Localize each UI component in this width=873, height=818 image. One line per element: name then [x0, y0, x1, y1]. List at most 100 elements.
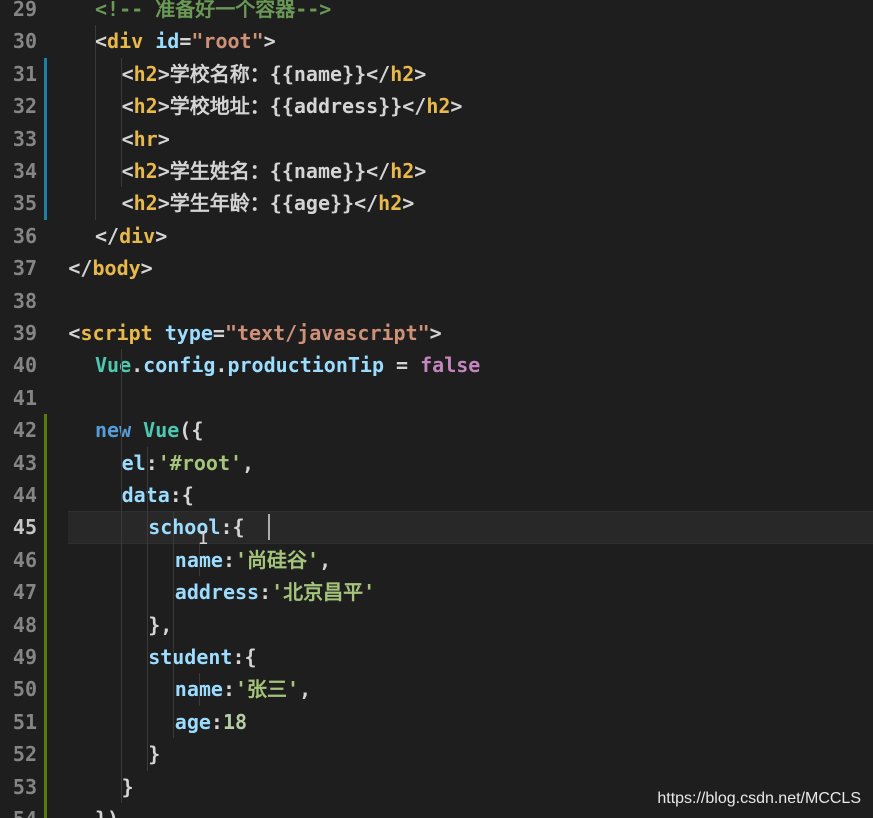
code-text[interactable]: age:18 — [175, 706, 247, 738]
mouse-ibeam-icon: I — [198, 528, 209, 549]
line-number: 47 — [12, 580, 37, 605]
code-text[interactable]: </div> — [95, 220, 167, 252]
code-line[interactable]: 48}, — [0, 608, 873, 641]
code-line[interactable]: 50 name:'张三', — [0, 673, 873, 706]
code-token: = — [212, 321, 225, 345]
code-token: > — [157, 94, 170, 119]
code-text[interactable]: <h2>学校地址：{{address}}</h2> — [122, 90, 463, 122]
code-token: }) — [95, 807, 119, 818]
code-token: 18 — [222, 709, 248, 734]
code-token: false — [420, 353, 481, 378]
code-token: < — [121, 159, 134, 183]
line-number: 46 — [12, 547, 37, 572]
code-text[interactable]: school:{ — [148, 511, 244, 543]
code-line[interactable]: 46 name:'尚硅谷', — [0, 543, 873, 577]
code-token: h2 — [133, 159, 158, 183]
code-token: "root" — [191, 29, 264, 54]
code-line[interactable]: 29 <!-- 准备好一个容器--> — [0, 0, 873, 25]
code-token: productionTip — [227, 353, 385, 378]
code-token: age — [174, 709, 211, 734]
code-line[interactable]: 45 school:{ — [0, 511, 873, 544]
code-text[interactable]: name:'张三', — [175, 673, 311, 705]
line-number: 32 — [12, 94, 37, 119]
code-text[interactable]: <script type="text/javascript"> — [68, 317, 441, 349]
code-line[interactable]: 33 <hr> — [0, 122, 873, 155]
code-line[interactable]: 31 <h2>学校名称：{{name}}</h2> — [0, 57, 873, 91]
code-line[interactable]: 42 new Vue({ — [0, 414, 873, 447]
code-text[interactable]: student:{ — [148, 641, 256, 673]
code-text[interactable]: address:'北京昌平' — [175, 576, 375, 608]
code-line[interactable]: 40 Vue.config.productionTip = false — [0, 349, 873, 381]
line-number: 54 — [0, 803, 37, 818]
code-token: > — [263, 29, 276, 54]
line-number: 45 — [12, 515, 37, 540]
gutter-change-marker — [44, 673, 47, 706]
code-token: > — [450, 94, 463, 119]
code-token: config — [143, 353, 216, 378]
code-text[interactable]: el:'#root', — [122, 447, 254, 479]
code-editor[interactable]: 29 <!-- 准备好一个容器--> 30 <div id="root"> 31 <h2>… — [0, 0, 873, 818]
line-number: 33 — [12, 126, 37, 151]
code-line[interactable]: 49 student:{ — [0, 641, 873, 674]
code-text[interactable]: data:{ — [122, 479, 194, 511]
code-token: } — [148, 742, 161, 767]
gutter-change-marker — [44, 511, 47, 544]
code-line[interactable]: 52} — [0, 738, 873, 771]
code-text[interactable]: } — [148, 738, 160, 770]
code-token: :{ — [169, 483, 194, 507]
code-token: h2 — [390, 159, 415, 183]
code-token: div — [107, 29, 144, 54]
code-line[interactable]: 43 el:'#root', — [0, 446, 873, 479]
code-token: < — [121, 126, 134, 151]
code-text[interactable]: } — [122, 771, 134, 803]
code-line[interactable]: 51 age:18 — [0, 705, 873, 739]
code-text[interactable]: <div id="root"> — [95, 25, 276, 57]
code-token: > — [157, 159, 170, 183]
code-line[interactable]: 35 <h2>学生年龄：{{age}}</h2> — [0, 187, 873, 220]
line-number: 53 — [12, 774, 37, 799]
gutter-change-marker — [44, 576, 47, 609]
code-text[interactable]: <h2>学校名称：{{name}}</h2> — [122, 58, 427, 90]
line-number: 35 — [12, 191, 37, 216]
code-text[interactable]: new Vue({ — [95, 414, 203, 446]
code-token: ({ — [179, 418, 204, 443]
code-token: = — [179, 29, 192, 54]
gutter-change-marker — [44, 479, 47, 512]
code-token: '尚硅谷' — [235, 547, 320, 572]
code-token: <!-- 准备好一个容器--> — [95, 0, 332, 21]
code-line[interactable]: 30 <div id="root"> — [0, 25, 873, 57]
code-text[interactable]: }, — [148, 609, 172, 641]
code-line[interactable]: 32 <h2>学校地址：{{address}}</h2> — [0, 90, 873, 123]
code-line[interactable]: 36 </div> — [0, 220, 873, 252]
code-line[interactable]: 41 — [0, 382, 873, 414]
line-number: 30 — [12, 29, 37, 54]
code-text[interactable]: <!-- 准备好一个容器--> — [95, 0, 331, 25]
code-text[interactable]: <h2>学生年龄：{{age}}</h2> — [122, 187, 415, 219]
code-line[interactable]: 44 data:{ — [0, 479, 873, 512]
code-line[interactable]: 37 </body> — [0, 252, 873, 284]
code-token: : — [222, 547, 236, 572]
code-token: div — [119, 223, 156, 248]
code-token: address — [174, 580, 260, 605]
code-token: </ — [366, 159, 391, 183]
code-line[interactable]: 34 <h2>学生姓名：{{name}}</h2> — [0, 155, 873, 188]
code-token: new — [95, 418, 132, 443]
code-line[interactable]: 47 address:'北京昌平' — [0, 576, 873, 609]
indent-guide — [147, 446, 148, 771]
gutter-change-marker — [44, 155, 47, 188]
code-token: el — [121, 450, 146, 475]
code-token: . — [131, 353, 144, 378]
code-line[interactable]: 38 — [0, 285, 873, 317]
code-text[interactable]: Vue.config.productionTip = false — [95, 349, 480, 381]
code-text[interactable]: </body> — [68, 252, 152, 284]
code-token: </ — [366, 61, 391, 86]
code-token: = — [384, 353, 421, 378]
code-text[interactable]: <hr> — [122, 123, 170, 155]
code-text[interactable]: <h2>学生姓名：{{name}}</h2> — [122, 155, 427, 187]
code-token: '北京昌平' — [271, 580, 376, 605]
code-text[interactable]: }) — [95, 803, 119, 818]
code-line[interactable]: 39 <script type="text/javascript"> — [0, 317, 873, 349]
text-cursor — [268, 514, 270, 541]
code-token: "text/javascript" — [224, 321, 430, 345]
